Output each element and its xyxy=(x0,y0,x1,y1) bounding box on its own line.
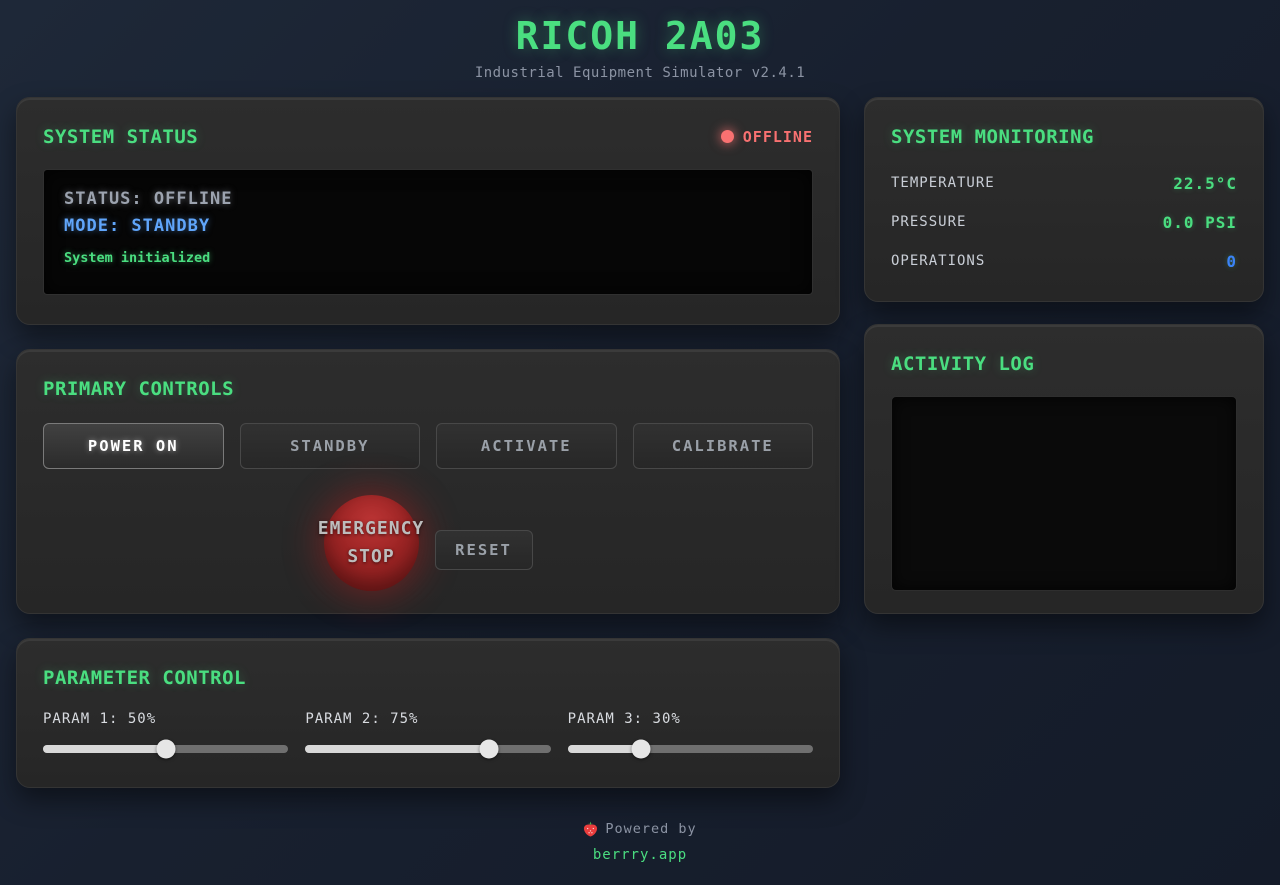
status-indicator: OFFLINE xyxy=(721,128,813,146)
primary-controls-panel: PRIMARY CONTROLS POWER ON STANDBY ACTIVA… xyxy=(16,349,840,614)
main-content: SYSTEM STATUS OFFLINE STATUS: OFFLINE MO… xyxy=(16,97,1264,788)
param-1-slider-fill xyxy=(43,745,166,753)
powered-by-line: Powered by xyxy=(583,821,696,837)
activate-button[interactable]: ACTIVATE xyxy=(436,423,617,469)
status-indicator-label: OFFLINE xyxy=(743,128,813,146)
page-subtitle: Industrial Equipment Simulator v2.4.1 xyxy=(16,65,1264,81)
left-column: SYSTEM STATUS OFFLINE STATUS: OFFLINE MO… xyxy=(16,97,840,788)
app-header: RICOH 2A03 Industrial Equipment Simulato… xyxy=(16,14,1264,81)
parameter-control-title: PARAMETER CONTROL xyxy=(43,667,813,689)
strawberry-icon xyxy=(583,821,598,837)
activity-log-panel: ACTIVITY LOG xyxy=(864,324,1264,614)
param-3-slider-fill xyxy=(568,745,642,753)
primary-controls-title: PRIMARY CONTROLS xyxy=(43,378,813,400)
temperature-row: TEMPERATURE 22.5°C xyxy=(891,160,1237,199)
emergency-stop-label-line1: EMERGENCY xyxy=(318,515,425,543)
sliders-grid: PARAM 1: 50% PARAM 2: 75% xyxy=(43,711,813,758)
param-2-slider-thumb[interactable] xyxy=(480,739,499,758)
app-footer: Powered by berrry.app xyxy=(16,821,1264,863)
temperature-label: TEMPERATURE xyxy=(891,175,995,191)
power-on-button[interactable]: POWER ON xyxy=(43,423,224,469)
status-indicator-dot-icon xyxy=(721,130,734,143)
param-1-group: PARAM 1: 50% xyxy=(43,711,288,758)
param-2-label: PARAM 2: 75% xyxy=(305,711,550,727)
param-3-label: PARAM 3: 30% xyxy=(568,711,813,727)
param-3-group: PARAM 3: 30% xyxy=(568,711,813,758)
param-3-slider-thumb[interactable] xyxy=(632,739,651,758)
emergency-stop-button[interactable]: EMERGENCY STOP xyxy=(324,495,419,591)
system-status-panel: SYSTEM STATUS OFFLINE STATUS: OFFLINE MO… xyxy=(16,97,840,325)
param-2-slider-fill xyxy=(305,745,489,753)
operations-value: 0 xyxy=(1226,252,1237,271)
param-1-label: PARAM 1: 50% xyxy=(43,711,288,727)
powered-by-text: Powered by xyxy=(605,821,696,837)
pressure-row: PRESSURE 0.0 PSI xyxy=(891,199,1237,238)
right-column: SYSTEM MONITORING TEMPERATURE 22.5°C PRE… xyxy=(864,97,1264,614)
system-status-header: SYSTEM STATUS OFFLINE xyxy=(43,126,813,148)
berrry-app-link[interactable]: berrry.app xyxy=(16,847,1264,863)
system-monitoring-panel: SYSTEM MONITORING TEMPERATURE 22.5°C PRE… xyxy=(864,97,1264,302)
pressure-label: PRESSURE xyxy=(891,214,966,230)
temperature-value: 22.5°C xyxy=(1173,174,1237,193)
reset-button[interactable]: RESET xyxy=(435,530,533,570)
param-1-slider[interactable] xyxy=(43,740,288,758)
emergency-row: EMERGENCY STOP RESET xyxy=(43,495,813,591)
pressure-value: 0.0 PSI xyxy=(1163,213,1237,232)
system-status-title: SYSTEM STATUS xyxy=(43,126,198,148)
operations-row: OPERATIONS 0 xyxy=(891,238,1237,277)
control-buttons-row: POWER ON STANDBY ACTIVATE CALIBRATE xyxy=(43,423,813,469)
activity-log-title: ACTIVITY LOG xyxy=(891,353,1237,375)
parameter-control-panel: PARAMETER CONTROL PARAM 1: 50% PARAM 2: … xyxy=(16,638,840,788)
param-1-slider-thumb[interactable] xyxy=(156,739,175,758)
standby-button[interactable]: STANDBY xyxy=(240,423,421,469)
app-root: RICOH 2A03 Industrial Equipment Simulato… xyxy=(0,0,1280,885)
status-line: STATUS: OFFLINE xyxy=(64,189,792,209)
calibrate-button[interactable]: CALIBRATE xyxy=(633,423,814,469)
operations-label: OPERATIONS xyxy=(891,253,985,269)
activity-log-screen[interactable] xyxy=(891,396,1237,591)
emergency-stop-label-line2: STOP xyxy=(347,543,394,571)
system-message: System initialized xyxy=(64,250,792,266)
status-display-screen: STATUS: OFFLINE MODE: STANDBY System ini… xyxy=(43,169,813,295)
system-monitoring-title: SYSTEM MONITORING xyxy=(891,126,1237,148)
page-title: RICOH 2A03 xyxy=(16,14,1264,60)
monitoring-rows: TEMPERATURE 22.5°C PRESSURE 0.0 PSI OPER… xyxy=(891,160,1237,277)
param-2-group: PARAM 2: 75% xyxy=(305,711,550,758)
mode-line: MODE: STANDBY xyxy=(64,216,792,236)
param-2-slider[interactable] xyxy=(305,740,550,758)
param-3-slider[interactable] xyxy=(568,740,813,758)
